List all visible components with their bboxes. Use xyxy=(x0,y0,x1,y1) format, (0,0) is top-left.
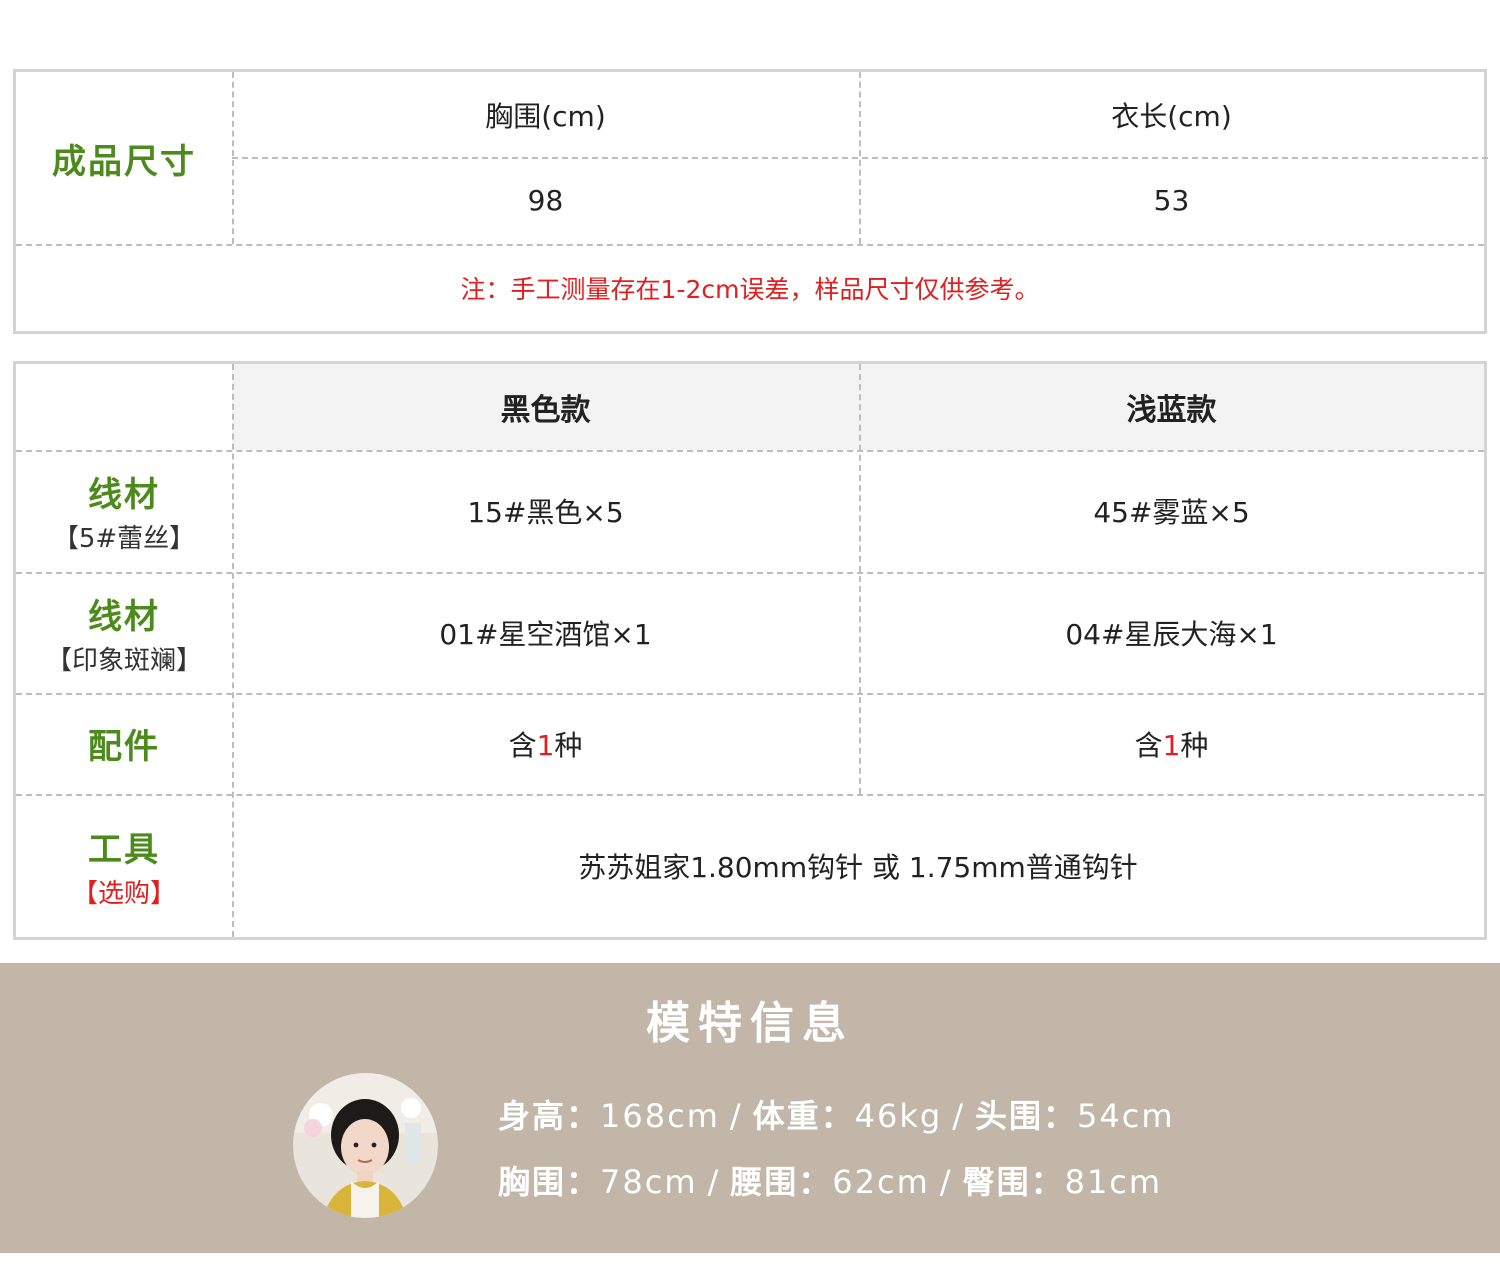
size-label-cell: 成品尺寸 xyxy=(16,72,232,244)
bust-column-header: 胸围(cm) xyxy=(485,99,606,133)
yarn-impression-black: 01#星空酒馆×1 xyxy=(232,572,859,693)
tool-label-cell: 工具 【选购】 xyxy=(16,794,232,937)
tool-value-cell: 苏苏姐家1.80mm钩针 或 1.75mm普通钩针 xyxy=(232,794,1484,937)
tool-label: 工具 xyxy=(88,829,160,870)
hip-label: 臀围： xyxy=(962,1163,1065,1201)
material-table: 黑色款 浅蓝款 线材 【5#蕾丝】 15#黑色×5 45#雾蓝×5 线材 【印象… xyxy=(13,361,1487,940)
model-info-section: 模特信息 身高：168cm / 体重：46kg / 头围：54cm 胸围：78cm / 腰围… xyxy=(0,963,1500,1253)
accessory-blue: 含1种 xyxy=(859,693,1484,794)
yarn-lace-blue: 45#雾蓝×5 xyxy=(859,450,1484,572)
model-stats-row-2: 胸围：78cm / 腰围：62cm / 臀围：81cm xyxy=(498,1163,1163,1201)
waist-value: 62cm xyxy=(832,1163,930,1201)
yarn-impression-sub: 【印象斑斓】 xyxy=(45,645,202,676)
size-table: 成品尺寸 胸围(cm) 衣长(cm) 98 53 注：手工测量存在1-2cm误差… xyxy=(13,69,1488,334)
yarn-lace-sub: 【5#蕾丝】 xyxy=(52,524,196,554)
size-value-length: 53 xyxy=(859,157,1484,244)
size-header-length: 衣长(cm) xyxy=(859,72,1484,157)
accessory-black-value: 含1种 xyxy=(508,728,583,762)
yarn-label: 线材 xyxy=(88,596,160,637)
size-value-bust: 98 xyxy=(232,157,859,244)
model-stats-row-1: 身高：168cm / 体重：46kg / 头围：54cm xyxy=(498,1097,1175,1135)
head-value: 54cm xyxy=(1077,1097,1175,1135)
yarn-label: 线材 xyxy=(88,475,160,515)
length-value: 53 xyxy=(1153,184,1190,217)
height-label: 身高： xyxy=(498,1097,601,1135)
head-label: 头围： xyxy=(975,1097,1078,1135)
model-bust-value: 78cm xyxy=(600,1163,698,1201)
hip-value: 81cm xyxy=(1064,1163,1163,1201)
header-blue: 浅蓝款 xyxy=(859,364,1484,450)
size-note-cell: 注：手工测量存在1-2cm误差，样品尺寸仅供参考。 xyxy=(16,244,1484,331)
yarn-lace-label-cell: 线材 【5#蕾丝】 xyxy=(16,450,232,572)
bust-value: 98 xyxy=(527,184,564,217)
model-portrait-icon xyxy=(293,1073,438,1218)
yarn-lace-blue-value: 45#雾蓝×5 xyxy=(1093,496,1250,529)
length-column-header: 衣长(cm) xyxy=(1111,99,1232,133)
black-style-header: 黑色款 xyxy=(500,393,591,428)
weight-value: 46kg xyxy=(854,1097,943,1135)
model-info-title: 模特信息 xyxy=(646,998,854,1049)
yarn-impression-blue-value: 04#星辰大海×1 xyxy=(1065,617,1278,651)
yarn-impression-blue: 04#星辰大海×1 xyxy=(859,572,1484,693)
yarn-impression-black-value: 01#星空酒馆×1 xyxy=(439,617,652,651)
blue-style-header: 浅蓝款 xyxy=(1126,393,1217,428)
yarn-lace-black: 15#黑色×5 xyxy=(232,450,859,572)
waist-label: 腰围： xyxy=(730,1163,833,1201)
yarn-lace-black-value: 15#黑色×5 xyxy=(467,496,624,529)
bust-label: 胸围： xyxy=(498,1163,601,1201)
height-value: 168cm xyxy=(600,1097,720,1135)
yarn-impression-label-cell: 线材 【印象斑斓】 xyxy=(16,572,232,693)
size-label: 成品尺寸 xyxy=(52,141,196,182)
tool-value: 苏苏姐家1.80mm钩针 或 1.75mm普通钩针 xyxy=(578,850,1138,884)
tool-sub: 【选购】 xyxy=(71,878,176,909)
model-avatar xyxy=(293,1073,438,1218)
size-note: 注：手工测量存在1-2cm误差，样品尺寸仅供参考。 xyxy=(460,274,1040,304)
accessory-label-cell: 配件 xyxy=(16,693,232,794)
size-header-bust: 胸围(cm) xyxy=(232,72,859,157)
header-black: 黑色款 xyxy=(232,364,859,450)
accessory-label: 配件 xyxy=(88,727,160,767)
accessory-black: 含1种 xyxy=(232,693,859,794)
accessory-blue-value: 含1种 xyxy=(1134,728,1209,762)
weight-label: 体重： xyxy=(752,1097,855,1135)
